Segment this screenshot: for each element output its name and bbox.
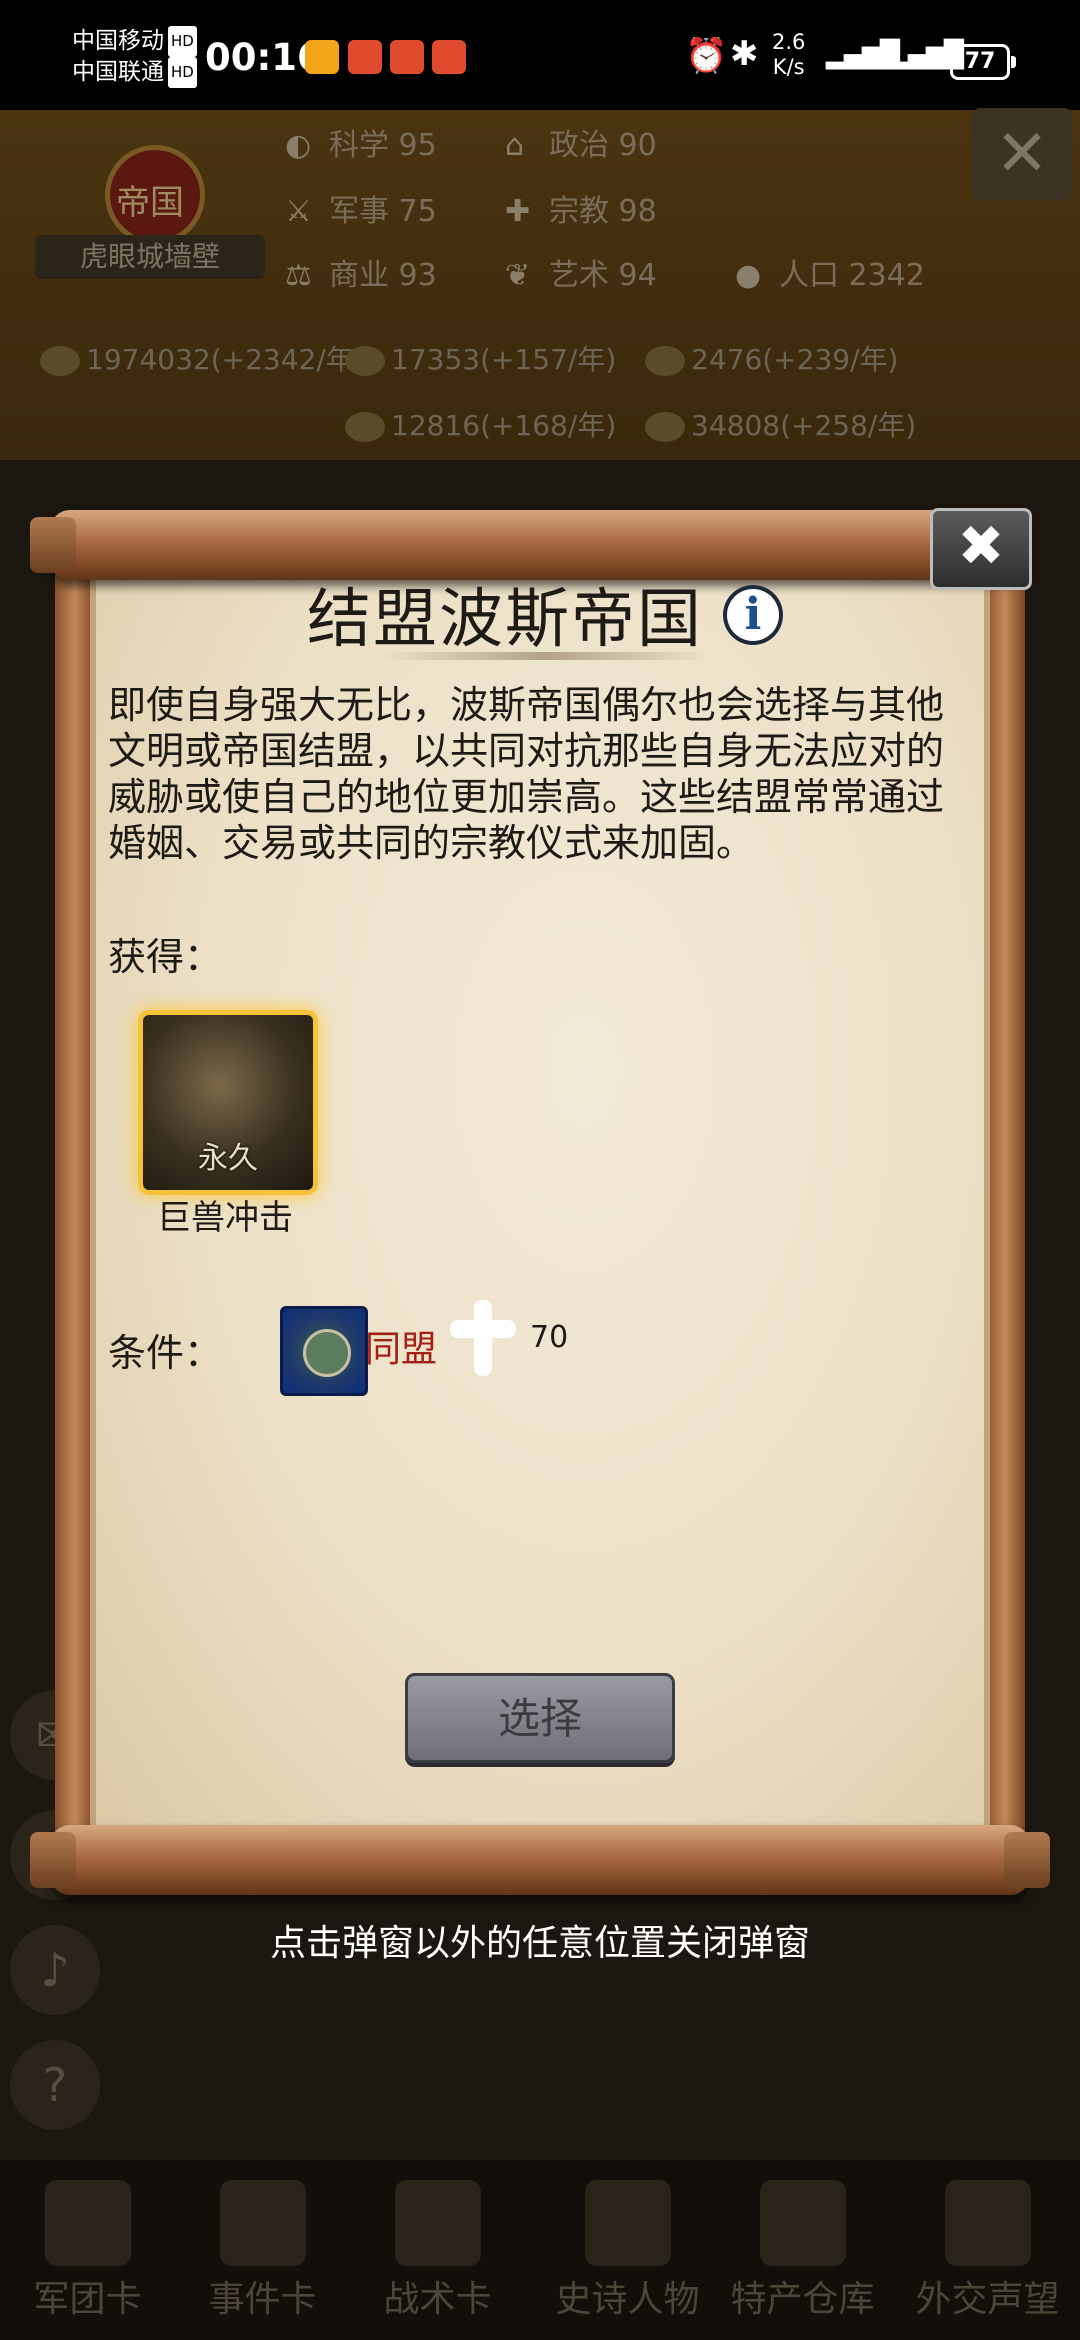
stone-icon	[345, 412, 385, 442]
scroll-right-edge	[985, 560, 1025, 1850]
nav-tactic-cards[interactable]: 战术卡	[355, 2170, 520, 2330]
nav-event-cards[interactable]: 事件卡	[180, 2170, 345, 2330]
alarm-icon: ⏰	[685, 36, 728, 76]
hd-badge: HD	[168, 57, 197, 88]
weibo-notification-icon	[305, 40, 339, 74]
resource-iron: 2476(+239/年)	[645, 338, 898, 382]
condition-religion-value: 70	[530, 1320, 569, 1355]
resource-wood: 17353(+157/年)	[345, 338, 616, 382]
stat-population: ● 人口 2342	[735, 252, 925, 300]
app-notification-icon	[390, 40, 424, 74]
scroll-left-edge	[55, 560, 95, 1850]
resource-stone: 12816(+168/年)	[345, 404, 616, 448]
info-icon[interactable]: i	[723, 585, 783, 645]
wall-name: 虎眼城墙壁	[35, 235, 265, 279]
nav-specialty-warehouse[interactable]: 特产仓库	[720, 2170, 885, 2330]
help-icon[interactable]: ?	[10, 2040, 100, 2130]
title-divider	[380, 652, 710, 660]
population-icon: ●	[735, 258, 762, 293]
iron-icon	[645, 346, 685, 376]
alliance-icon	[280, 1306, 368, 1396]
scroll-bottom-end-right	[1004, 1832, 1050, 1888]
gain-label: 获得：	[108, 935, 223, 979]
app-notification-icon	[348, 40, 382, 74]
politics-icon: ⌂	[505, 128, 525, 163]
nav-epic-heroes[interactable]: 史诗人物	[545, 2170, 710, 2330]
meat-icon	[645, 412, 685, 442]
nav-legion-cards[interactable]: 军团卡	[5, 2170, 170, 2330]
stat-military: ⚔ 军事 75	[285, 188, 437, 236]
religion-icon: ✚	[505, 194, 531, 229]
app-notification-icon	[432, 40, 466, 74]
gold-icon	[40, 346, 80, 376]
commerce-icon: ⚖	[285, 258, 312, 293]
wood-icon	[345, 346, 385, 376]
scroll-icon	[220, 2180, 306, 2266]
empire-title: 帝国	[116, 183, 184, 223]
bluetooth-icon: ✱	[730, 34, 759, 74]
stat-politics: ⌂ 政治 90	[505, 122, 657, 170]
stat-science: ◐ 科学 95	[285, 122, 437, 170]
military-icon: ⚔	[285, 194, 312, 229]
resource-gold: 1974032(+2342/年)	[40, 338, 365, 382]
hd-badge: HD	[168, 26, 197, 57]
stat-religion: ✚ 宗教 98	[505, 188, 657, 236]
signal-5g-icon: ▂▄▆█	[826, 40, 900, 70]
scroll-bottom-roll	[50, 1825, 1030, 1895]
modal-close-button[interactable]: ✖	[930, 508, 1032, 590]
crown-icon	[585, 2180, 671, 2266]
close-hint: 点击弹窗以外的任意位置关闭弹窗	[269, 1923, 810, 1964]
helmet-icon	[45, 2180, 131, 2266]
resource-meat: 34808(+258/年)	[645, 404, 916, 448]
carrier-1: 中国移动	[72, 28, 164, 54]
select-button[interactable]: 选择	[405, 1673, 675, 1763]
stat-commerce: ⚖ 商业 93	[285, 252, 437, 300]
page-close-button[interactable]: ✕	[972, 108, 1072, 200]
chest-icon	[760, 2180, 846, 2266]
reward-card[interactable]: 永久	[143, 1015, 313, 1190]
carrier-2: 中国联通	[72, 59, 164, 85]
scroll-bottom-end-left	[30, 1832, 76, 1888]
condition-alliance: 同盟	[365, 1329, 438, 1370]
empire-emblem[interactable]: 帝国 虎眼城墙壁	[30, 135, 270, 285]
letter-icon	[945, 2180, 1031, 2266]
status-bar: 中国移动 HD 中国联通 HD 00:16 ⏰ ✱ 2.6 K/s ▂▄▆█ ▂▄▆…	[0, 0, 1080, 110]
nav-diplomacy-reputation[interactable]: 外交声望	[905, 2170, 1070, 2330]
art-icon: ❦	[505, 258, 531, 293]
reward-permanent-tag: 永久	[198, 1141, 258, 1176]
battery-icon: 77	[950, 44, 1016, 80]
scroll-top-end-left	[30, 517, 76, 573]
network-speed: 2.6 K/s	[772, 30, 806, 79]
science-icon: ◐	[285, 128, 312, 163]
modal-description: 即使自身强大无比，波斯帝国偶尔也会选择与其他文明或帝国结盟，以共同对抗那些自身无…	[108, 683, 945, 865]
condition-label: 条件：	[108, 1331, 223, 1375]
stat-art: ❦ 艺术 94	[505, 252, 657, 300]
tactic-icon	[395, 2180, 481, 2266]
reward-name: 巨兽冲击	[157, 1198, 293, 1238]
carrier-info: 中国移动 HD 中国联通 HD	[72, 26, 197, 88]
religion-cross-icon	[450, 1300, 516, 1376]
